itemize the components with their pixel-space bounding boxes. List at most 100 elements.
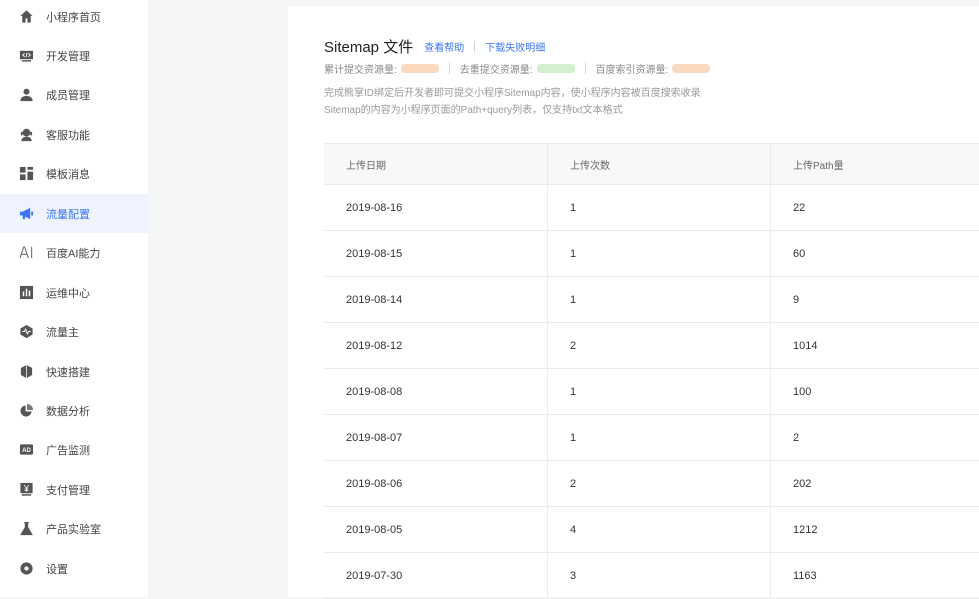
- stat-label-dedup-submitted: 去重提交资源量:: [459, 65, 533, 76]
- sidebar-item-analytics[interactable]: 数据分析: [0, 391, 148, 430]
- table-row: 2019-08-14 1 9: [324, 277, 979, 323]
- sidebar-item-label: 小程序首页: [46, 11, 101, 24]
- table-row: 2019-08-16 1 22: [324, 185, 979, 231]
- cell-upload-count: 2: [548, 461, 771, 506]
- sidebar-item-label: 成员管理: [46, 89, 90, 102]
- divider: [448, 63, 450, 74]
- cell-upload-count: 3: [548, 553, 771, 598]
- stats-row: 累计提交资源量: 去重提交资源量: 百度索引资源量:: [324, 61, 711, 76]
- cell-upload-count: 1: [548, 369, 771, 414]
- cell-path-count: 2: [793, 431, 800, 444]
- home-icon: [18, 9, 34, 25]
- sidebar-item-dev[interactable]: 开发管理: [0, 36, 148, 75]
- redacted-value: [536, 64, 575, 73]
- cell-date: 2019-07-30: [324, 553, 548, 598]
- ai-icon: [18, 245, 34, 261]
- cell-path-count: 202: [793, 477, 812, 490]
- download-failure-link[interactable]: 下载失败明细: [485, 39, 545, 54]
- cell-path-count: 1163: [793, 569, 817, 582]
- cell-path-count: 1212: [793, 523, 818, 536]
- sidebar-item-ad-monitor[interactable]: AD 广告监测: [0, 430, 148, 469]
- main-panel: Sitemap 文件 查看帮助 下载失败明细 累计提交资源量: 去重提交资源量:…: [288, 6, 979, 599]
- table-row: 2019-08-12 2 1014: [324, 323, 979, 369]
- cube-icon: [18, 364, 34, 380]
- cell-upload-count: 1: [548, 415, 771, 460]
- pulse-icon: [18, 324, 34, 340]
- sidebar-item-label: 支付管理: [46, 484, 90, 497]
- sidebar-item-home[interactable]: 小程序首页: [0, 0, 148, 36]
- cell-date: 2019-08-05: [324, 507, 548, 552]
- redacted-value: [672, 64, 711, 73]
- cell-path-count: 9: [793, 293, 800, 306]
- sidebar-item-label: 产品实验室: [46, 523, 101, 536]
- sidebar-item-customer-service[interactable]: 客服功能: [0, 115, 148, 154]
- cell-upload-count: 2: [548, 323, 771, 368]
- sidebar-item-label: 广告监测: [46, 444, 90, 457]
- description-line-2: Sitemap的内容为小程序页面的Path+query列表，仅支持txt文本格式: [324, 105, 623, 116]
- table-row: 2019-08-06 2 202: [324, 461, 979, 507]
- cell-path-count: 60: [793, 247, 806, 260]
- sidebar-item-template[interactable]: 模板消息: [0, 154, 148, 193]
- sidebar-item-label: 运维中心: [46, 287, 90, 300]
- sidebar-item-label: 流量主: [46, 326, 79, 339]
- sidebar-item-label: 开发管理: [46, 50, 90, 63]
- yen-icon: [18, 482, 34, 498]
- sidebar-item-members[interactable]: 成员管理: [0, 75, 148, 114]
- flask-icon: [18, 521, 34, 537]
- cell-path-count: 22: [793, 201, 806, 214]
- divider: [474, 41, 476, 52]
- cell-date: 2019-08-12: [324, 323, 548, 368]
- help-link[interactable]: 查看帮助: [424, 39, 464, 54]
- pie-chart-icon: [18, 403, 34, 419]
- redacted-value: [400, 64, 439, 73]
- title-row: Sitemap 文件 查看帮助 下载失败明细: [324, 36, 545, 57]
- ad-icon: AD: [18, 442, 34, 458]
- sidebar-item-label: 数据分析: [46, 405, 90, 418]
- stat-label-indexed: 百度索引资源量:: [595, 65, 669, 76]
- cell-upload-count: 1: [548, 277, 771, 322]
- table-row: 2019-07-30 3 1163: [324, 553, 979, 599]
- svg-text:AD: AD: [22, 447, 31, 454]
- table-row: 2019-08-08 1 100: [324, 369, 979, 415]
- bar-chart-icon: [18, 285, 34, 301]
- cell-date: 2019-08-07: [324, 415, 548, 460]
- sidebar-item-label: 快速搭建: [46, 366, 90, 379]
- cell-upload-count: 4: [548, 507, 771, 552]
- table-row: 2019-08-15 1 60: [324, 231, 979, 277]
- sidebar-item-lab[interactable]: 产品实验室: [0, 509, 148, 548]
- sidebar-item-label: 流量配置: [46, 208, 90, 221]
- sitemap-table: 上传日期 上传次数 上传Path量 2019-08-16 1 22 2019-08-1…: [324, 143, 979, 599]
- column-header-count: 上传次数: [548, 144, 771, 184]
- megaphone-icon: [18, 206, 34, 222]
- page-title: Sitemap 文件: [324, 39, 414, 56]
- sidebar-item-settings[interactable]: 设置: [0, 549, 148, 588]
- cell-date: 2019-08-08: [324, 369, 548, 414]
- cell-upload-count: 1: [548, 185, 771, 230]
- column-header-date: 上传日期: [324, 144, 548, 184]
- divider: [584, 63, 586, 74]
- sidebar-item-ai[interactable]: 百度AI能力: [0, 233, 148, 272]
- sidebar: 小程序首页 开发管理 成员管理 客服功能 模板消息 流量配置 百度AI能力 运维…: [0, 0, 148, 597]
- cell-path-count: 100: [793, 385, 812, 398]
- sidebar-item-traffic-owner[interactable]: 流量主: [0, 312, 148, 351]
- table-row: 2019-08-07 1 2: [324, 415, 979, 461]
- description-line-1: 完成熊掌ID绑定后开发者即可提交小程序Sitemap内容，使小程序内容被百度搜索…: [324, 88, 701, 99]
- cell-date: 2019-08-14: [324, 277, 548, 322]
- cell-upload-count: 1: [548, 231, 771, 276]
- sidebar-item-quick-build[interactable]: 快速搭建: [0, 352, 148, 391]
- sidebar-item-traffic-config[interactable]: 流量配置: [0, 194, 148, 233]
- sidebar-item-ops[interactable]: 运维中心: [0, 273, 148, 312]
- table-body: 2019-08-16 1 22 2019-08-15 1 60 2019-08-14 1 9 20…: [324, 185, 979, 599]
- cell-path-count: 1014: [793, 339, 818, 352]
- table-row: 2019-08-05 4 1212: [324, 507, 979, 553]
- gear-icon: [18, 561, 34, 577]
- cell-date: 2019-08-15: [324, 231, 548, 276]
- sidebar-item-label: 客服功能: [46, 129, 90, 142]
- sidebar-item-label: 设置: [46, 563, 68, 576]
- sidebar-item-payment[interactable]: 支付管理: [0, 470, 148, 509]
- cell-date: 2019-08-16: [324, 185, 548, 230]
- column-header-path-count: 上传Path量: [793, 160, 844, 172]
- cell-date: 2019-08-06: [324, 461, 548, 506]
- sidebar-item-label: 模板消息: [46, 168, 90, 181]
- stat-label-total-submitted: 累计提交资源量:: [324, 65, 397, 76]
